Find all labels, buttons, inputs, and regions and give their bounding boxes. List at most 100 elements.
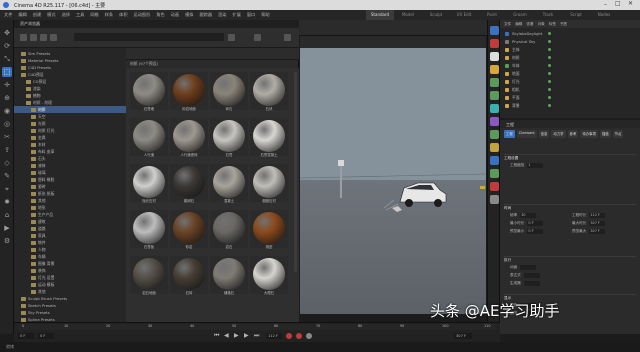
select-icon[interactable]: ⬚ [2,67,12,77]
settings-icon[interactable]: ⚙ [2,236,12,246]
tree-item[interactable]: 运动 模板 [14,281,126,288]
attribute-tab[interactable]: 插值 [599,130,611,138]
goto-end-icon[interactable]: ⏭ [254,332,259,340]
goto-start-icon[interactable]: ⏮ [214,332,219,340]
material-tile[interactable]: 砂岩 [170,210,208,249]
axis-icon[interactable]: ✛ [2,80,12,90]
om-menu-item[interactable]: 文件 [504,22,511,27]
menu-item[interactable]: 工具 [76,12,84,18]
menu-item[interactable]: 体积 [119,12,127,18]
tree-item[interactable]: Sim Presets [14,50,126,57]
prev-frame-icon[interactable]: ◀ [224,332,229,339]
menu-item[interactable]: 编辑 [18,12,26,18]
object-row[interactable]: Physical Sky [500,38,640,45]
magnet-icon[interactable]: ⌖ [2,184,12,194]
attribute-field[interactable] [520,265,537,270]
tree-item[interactable]: 材质 灯光 [14,127,126,134]
tag-icon[interactable] [490,195,499,204]
knife-icon[interactable]: ✂ [2,132,12,142]
tree-item[interactable]: 塑料 橡胶 [14,176,126,183]
visibility-icon[interactable] [548,72,551,75]
visibility-icon[interactable] [548,96,551,99]
visibility-icon[interactable] [548,88,551,91]
folder-icon[interactable] [50,34,57,41]
tree-item[interactable]: 材质 - 纹理 [14,99,126,106]
layout-tab[interactable]: UV Edit [450,10,478,20]
attribute-section-header[interactable]: 工程设置 [504,154,636,161]
object-row[interactable]: 相机 [500,86,640,93]
material-tile[interactable]: 碎石 [210,72,248,111]
om-menu-item[interactable]: 书签 [560,22,567,27]
timeline-ruler[interactable]: 0 10 20 30 40 50 60 70 80 90 100 110 [18,324,496,330]
attribute-section-header[interactable]: 时间 [504,204,636,211]
layout-tab[interactable]: Track [534,10,562,20]
visibility-icon[interactable] [548,40,551,43]
close-icon[interactable]: ✕ [628,0,633,7]
visibility-icon[interactable] [548,64,551,67]
layout-tab[interactable]: Sculpt [422,10,450,20]
tree-item[interactable]: 天空 [14,113,126,120]
tree-item[interactable]: 玻璃 [14,169,126,176]
attribute-field[interactable]: 307 F [589,221,606,226]
deformer-icon[interactable] [490,117,499,126]
tree-item[interactable]: 生产产品 [14,211,126,218]
object-row[interactable]: 平面 [500,94,640,101]
settings-icon[interactable] [284,34,291,41]
tree-item[interactable]: 家具 [14,232,126,239]
om-menu-item[interactable]: 编辑 [515,22,522,27]
material-tile[interactable]: 砂岩地面 [170,72,208,111]
visibility-icon[interactable] [548,32,551,35]
attribute-tab[interactable]: 节点 [612,130,624,138]
menu-item[interactable]: 跟踪器 [199,12,212,18]
object-row[interactable]: 材质 [500,54,640,61]
search-icon[interactable] [228,34,235,41]
search-input[interactable] [74,33,224,41]
render-icon[interactable]: ▶ [2,223,12,233]
material-tile[interactable]: 人行道 [130,118,168,157]
layout-tab[interactable]: Paint [478,10,506,20]
cube-icon[interactable] [490,26,499,35]
camera-icon[interactable] [490,156,499,165]
tree-item[interactable]: 物件 [14,239,126,246]
attribute-field[interactable]: 112 F [589,213,606,218]
material-tile[interactable]: 抛光石材 [130,164,168,203]
material-tile[interactable]: 石膏混凝土 [250,118,288,157]
visibility-icon[interactable] [548,48,551,51]
end-frame-field[interactable]: 112 F [266,333,282,339]
visibility-icon[interactable] [548,80,551,83]
material-tile[interactable]: 岩石 [210,210,248,249]
tree-item[interactable]: 道路 [14,225,126,232]
attribute-field[interactable]: 1 [527,163,544,168]
tree-item[interactable]: 建筑 [14,218,126,225]
layout-tab[interactable]: Groom [506,10,534,20]
attribute-tab[interactable]: 参考 [567,130,579,138]
attribute-field[interactable] [523,273,540,278]
object-row[interactable]: 主体 [500,46,640,53]
bevel-icon[interactable]: ◇ [2,158,12,168]
view-mode-icon[interactable] [254,34,261,41]
extrude-icon[interactable] [490,91,499,100]
menu-item[interactable]: 动画 [171,12,179,18]
record-icon[interactable] [286,333,292,339]
move-icon[interactable]: ✥ [2,28,12,38]
material-tile[interactable]: 大理石 [250,256,288,295]
object-row[interactable]: 地面 [500,70,640,77]
menu-item[interactable]: 扩展 [232,12,240,18]
material-tile[interactable]: 锈迹 [250,210,288,249]
attribute-field[interactable] [523,281,540,286]
tree-item[interactable]: 装饰 [14,267,126,274]
object-row[interactable]: SkylabsDaylight [500,30,640,37]
material-tile[interactable]: 岩石地面 [130,256,168,295]
tree-item[interactable]: 布料 皮革 [14,148,126,155]
scale-icon[interactable]: ⤡ [2,54,12,64]
material-tile[interactable]: 粗糙石材 [250,164,288,203]
attribute-section-header[interactable]: 执行 [504,256,636,263]
brush-icon[interactable]: ✎ [2,171,12,181]
object-row[interactable]: 车体 [500,62,640,69]
menu-item[interactable]: 渲染 [218,12,226,18]
tree-item[interactable]: 灯光 设置 [14,274,126,281]
tree-item[interactable]: 光照 [14,120,126,127]
tree-item[interactable]: 渲染 [14,85,126,92]
menu-item[interactable]: 运动图形 [134,12,151,18]
object-row[interactable]: 灯光 [500,78,640,85]
